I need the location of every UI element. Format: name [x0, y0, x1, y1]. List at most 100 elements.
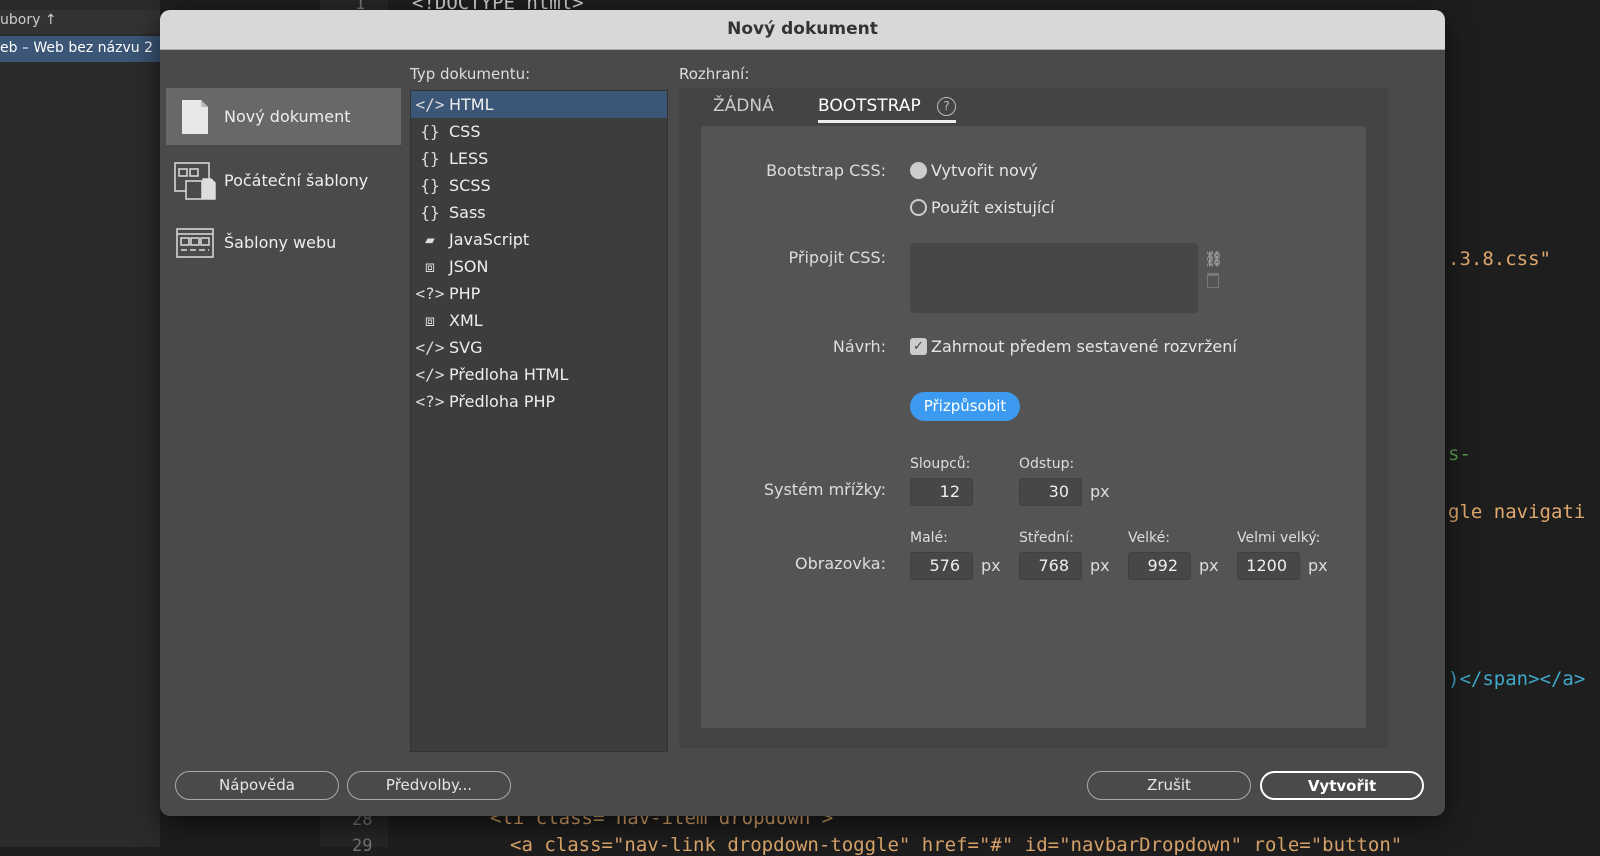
doc-type-html[interactable]: </> HTML — [411, 91, 667, 118]
doc-type-label: CSS — [449, 122, 481, 141]
category-starter-templates[interactable]: Počáteční šablony — [166, 152, 401, 209]
code-line: s- — [1448, 443, 1471, 465]
doc-type-label: XML — [449, 311, 483, 330]
xlarge-label: Velmi velký: — [1237, 530, 1321, 546]
files-header[interactable]: ubory ↑ — [0, 10, 160, 34]
new-document-dialog: Nový dokument Nový dokument Počáteční ša… — [160, 10, 1445, 816]
code-line: )</span></a> — [1448, 668, 1586, 690]
starter-templates-icon — [166, 161, 224, 201]
checkbox-label: Zahrnout předem sestavené rozvržení — [931, 337, 1237, 356]
tab-none[interactable]: ŽÁDNÁ — [713, 96, 774, 116]
doc-type-label: HTML — [449, 95, 494, 114]
boxed-code-icon: ⧈ — [424, 256, 436, 276]
large-input[interactable]: 992 — [1128, 552, 1191, 580]
columns-label: Sloupců: — [910, 456, 971, 472]
doc-type-php-template[interactable]: <?> Předloha PHP — [411, 388, 667, 415]
bootstrap-css-label: Bootstrap CSS: — [766, 161, 886, 180]
doc-type-xml[interactable]: ⧈ XML — [411, 307, 667, 334]
attach-css-label: Připojit CSS: — [788, 248, 886, 267]
attached-css-list[interactable] — [910, 243, 1198, 313]
help-button[interactable]: Nápověda — [175, 771, 339, 800]
doc-type-label: LESS — [449, 149, 489, 168]
link-icon[interactable]: ⛓ — [1204, 250, 1223, 268]
radio-empty-icon — [910, 199, 927, 216]
doc-type-json[interactable]: ⧈ JSON — [411, 253, 667, 280]
unit-label: px — [1090, 482, 1110, 501]
preferences-button[interactable]: Předvolby... — [347, 771, 511, 800]
doc-type-less[interactable]: {} LESS — [411, 145, 667, 172]
checkmark-icon: ✓ — [910, 338, 927, 355]
category-label: Šablony webu — [224, 233, 337, 252]
files-panel: ubory ↑ eb – Web bez názvu 2 — [0, 0, 160, 847]
framework-panel: ŽÁDNÁ BOOTSTRAP ? Bootstrap CSS: Vytvoři… — [679, 88, 1388, 748]
bootstrap-settings: Bootstrap CSS: Vytvořit nový Použít exis… — [701, 126, 1366, 728]
code-line: <a class="nav-link dropdown-toggle" href… — [510, 834, 1403, 856]
radio-create-new[interactable]: Vytvořit nový — [910, 161, 1038, 180]
xlarge-input[interactable]: 1200 — [1237, 552, 1300, 580]
php-tag-icon: <?> — [415, 392, 445, 411]
tab-label: BOOTSTRAP — [818, 96, 921, 116]
category-new-document[interactable]: Nový dokument — [166, 88, 401, 145]
trash-icon[interactable] — [1207, 273, 1219, 288]
design-label: Návrh: — [832, 337, 886, 356]
doc-type-list[interactable]: </> HTML {} CSS {} LESS {} SCSS {} Sass ▰ Java… — [410, 90, 668, 752]
unit-label: px — [981, 556, 1001, 575]
cancel-button[interactable]: Zrušit — [1087, 771, 1251, 800]
doc-type-label: JavaScript — [449, 230, 530, 249]
tab-bootstrap[interactable]: BOOTSTRAP — [818, 96, 956, 123]
gutter-label: Odstup: — [1019, 456, 1075, 472]
doc-type-label: SCSS — [449, 176, 491, 195]
doc-type-scss[interactable]: {} SCSS — [411, 172, 667, 199]
gutter-input[interactable]: 30 — [1019, 478, 1082, 506]
radio-use-existing[interactable]: Použít existující — [910, 198, 1055, 217]
doc-type-html-template[interactable]: </> Předloha HTML — [411, 361, 667, 388]
customize-button[interactable]: Přizpůsobit — [910, 392, 1020, 421]
doc-type-svg[interactable]: </> SVG — [411, 334, 667, 361]
scroll-icon: ▰ — [425, 230, 435, 249]
unit-label: px — [1090, 556, 1110, 575]
create-button[interactable]: Vytvořit — [1260, 771, 1424, 800]
small-input[interactable]: 576 — [910, 552, 973, 580]
unit-label: px — [1308, 556, 1328, 575]
doc-type-label: Sass — [449, 203, 486, 222]
columns-input[interactable]: 12 — [910, 478, 973, 506]
category-label: Nový dokument — [224, 107, 351, 126]
site-templates-icon — [166, 227, 224, 259]
doc-type-css[interactable]: {} CSS — [411, 118, 667, 145]
site-selector[interactable]: eb – Web bez názvu 2 — [0, 36, 160, 62]
include-layout-checkbox[interactable]: ✓ Zahrnout předem sestavené rozvržení — [910, 337, 1237, 356]
braces-icon: {} — [420, 176, 440, 195]
code-tag-icon: </> — [415, 95, 445, 114]
doc-type-label: Předloha HTML — [449, 365, 569, 384]
code-line: gle navigati — [1448, 501, 1586, 523]
doc-type-sass[interactable]: {} Sass — [411, 199, 667, 226]
php-tag-icon: <?> — [415, 284, 445, 303]
unit-label: px — [1199, 556, 1219, 575]
doc-type-label: PHP — [449, 284, 481, 303]
doc-type-php[interactable]: <?> PHP — [411, 280, 667, 307]
doc-type-javascript[interactable]: ▰ JavaScript — [411, 226, 667, 253]
help-icon[interactable]: ? — [937, 97, 956, 116]
doc-type-label: JSON — [449, 257, 489, 276]
boxed-code-icon: ⧈ — [424, 310, 436, 330]
large-label: Velké: — [1128, 530, 1170, 546]
braces-icon: {} — [420, 203, 440, 222]
code-tag-icon: </> — [415, 338, 445, 357]
document-icon — [166, 99, 224, 135]
medium-label: Střední: — [1019, 530, 1074, 546]
doc-type-label: Předloha PHP — [449, 392, 556, 411]
category-site-templates[interactable]: Šablony webu — [166, 214, 401, 271]
category-label: Počáteční šablony — [224, 171, 369, 190]
code-line: .3.8.css" — [1448, 248, 1551, 270]
radio-label: Vytvořit nový — [931, 161, 1038, 180]
grid-label: Systém mřížky: — [763, 480, 886, 499]
small-label: Malé: — [910, 530, 948, 546]
braces-icon: {} — [420, 149, 440, 168]
braces-icon: {} — [420, 122, 440, 141]
dialog-title: Nový dokument — [160, 10, 1445, 50]
medium-input[interactable]: 768 — [1019, 552, 1082, 580]
framework-label: Rozhraní: — [679, 65, 750, 83]
radio-label: Použít existující — [931, 198, 1055, 217]
doc-type-label: SVG — [449, 338, 483, 357]
radio-selected-icon — [910, 162, 927, 179]
